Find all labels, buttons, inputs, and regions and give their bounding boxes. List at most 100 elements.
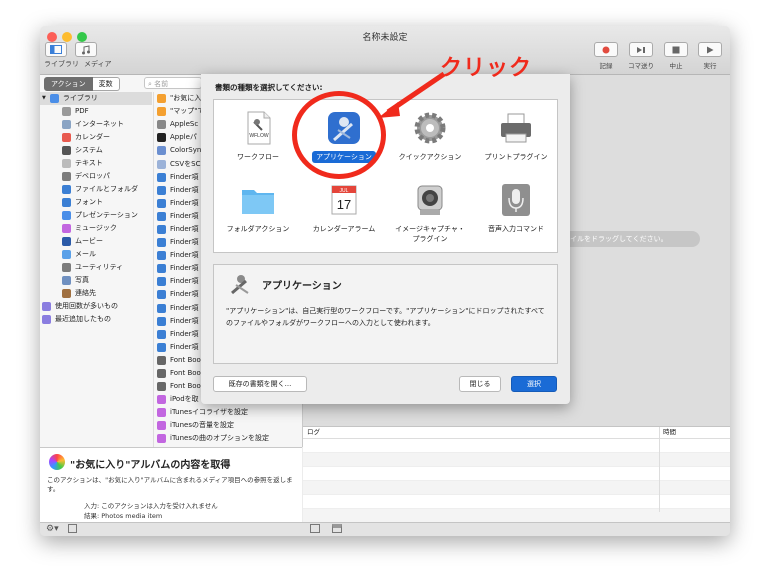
library-item[interactable]: ミュージック bbox=[40, 222, 152, 235]
action-icon bbox=[157, 421, 166, 431]
library-item-label: テキスト bbox=[75, 159, 103, 167]
stop-label: 中止 bbox=[669, 62, 683, 70]
library-toolbar-label: ライブラリ bbox=[44, 60, 79, 68]
media-button[interactable] bbox=[75, 42, 97, 57]
log-panel: ログ 時間 bbox=[303, 426, 730, 523]
action-icon bbox=[157, 172, 166, 182]
choose-button[interactable]: 選択 bbox=[511, 376, 557, 392]
list-view-icon[interactable] bbox=[310, 524, 320, 533]
disclosure-triangle-icon[interactable]: ▼ bbox=[42, 92, 46, 105]
library-item-label: フォント bbox=[75, 198, 103, 206]
library-item[interactable]: デベロッパ bbox=[40, 170, 152, 183]
library-item[interactable]: テキスト bbox=[40, 157, 152, 170]
doctype-label: カレンダーアラーム bbox=[312, 225, 376, 233]
time-column-header[interactable]: 時間 bbox=[663, 427, 676, 438]
open-existing-button[interactable]: 既存の書類を開く... bbox=[213, 376, 307, 392]
log-column-header[interactable]: ログ bbox=[307, 427, 320, 438]
library-item[interactable]: メール bbox=[40, 248, 152, 261]
action-icon bbox=[157, 395, 166, 405]
action-item[interactable]: iTunesイコライザを設定 bbox=[154, 406, 302, 419]
action-icon bbox=[157, 303, 166, 313]
doctype-image-capture-plugin[interactable]: イメージキャプチャ・プラグイン bbox=[390, 182, 470, 245]
library-item[interactable]: 最近追加したもの bbox=[40, 313, 152, 326]
action-item-label: Finder項 bbox=[170, 290, 199, 299]
action-item-label: "お気に入 bbox=[170, 94, 202, 103]
library-item[interactable]: 使用回数が多いもの bbox=[40, 300, 152, 313]
doctype-label: クイックアクション bbox=[398, 153, 462, 161]
doctype-print-plugin[interactable]: プリントプラグイン bbox=[476, 110, 556, 163]
library-item[interactable]: ▼ ライブラリ bbox=[40, 92, 152, 105]
description-toggle-icon[interactable] bbox=[68, 524, 77, 533]
library-item[interactable]: カレンダー bbox=[40, 131, 152, 144]
action-input-info: 入力: このアクションは入力を受け入れません bbox=[84, 502, 218, 510]
mail-icon bbox=[62, 250, 71, 259]
action-icon bbox=[157, 329, 166, 339]
action-icon bbox=[157, 316, 166, 326]
action-icon bbox=[157, 185, 166, 195]
action-icon bbox=[157, 94, 166, 104]
action-item-label: Font Boo bbox=[170, 369, 201, 378]
search-icon: ⌕ bbox=[148, 80, 152, 88]
action-item-label: Finder項 bbox=[170, 198, 199, 207]
library-item[interactable]: 連絡先 bbox=[40, 287, 152, 300]
workflow-icon: WFLOW bbox=[240, 110, 276, 146]
status-bar: ⚙▾ bbox=[40, 522, 730, 536]
tab-actions[interactable]: アクション bbox=[44, 77, 93, 91]
library-item[interactable]: ムービー bbox=[40, 235, 152, 248]
doctype-dictation-command[interactable]: 音声入力コマンド bbox=[476, 182, 556, 235]
music-icon bbox=[62, 224, 71, 233]
log-row bbox=[303, 509, 730, 523]
step-button[interactable] bbox=[629, 42, 653, 57]
utility-icon bbox=[62, 263, 71, 272]
library-item[interactable]: システム bbox=[40, 144, 152, 157]
library-item-label: 最近追加したもの bbox=[55, 315, 111, 323]
library-item-label: カレンダー bbox=[75, 133, 110, 141]
close-sheet-button[interactable]: 閉じる bbox=[459, 376, 501, 392]
application-small-icon bbox=[228, 271, 254, 297]
doctype-info-panel: アプリケーション "アプリケーション"は、自己実行型のワークフローです。"アプリ… bbox=[213, 264, 558, 364]
library-item[interactable]: ユーティリティ bbox=[40, 261, 152, 274]
search-input[interactable]: ⌕ 名前 bbox=[144, 77, 202, 89]
smart-folder-icon bbox=[42, 315, 51, 324]
search-placeholder: 名前 bbox=[154, 80, 169, 88]
record-button[interactable] bbox=[594, 42, 618, 57]
step-icon bbox=[637, 46, 645, 53]
doctype-workflow[interactable]: WFLOW ワークフロー bbox=[218, 110, 298, 163]
folder-icon bbox=[49, 94, 59, 103]
gear-icon[interactable]: ⚙▾ bbox=[46, 524, 59, 534]
log-row bbox=[303, 439, 730, 453]
action-item[interactable]: iTunesの音量を設定 bbox=[154, 419, 302, 432]
doctype-label: イメージキャプチャ・プラグイン bbox=[395, 225, 465, 243]
library-item[interactable]: フォント bbox=[40, 196, 152, 209]
folder-icon bbox=[240, 182, 276, 218]
library-toggle-button[interactable] bbox=[45, 42, 67, 57]
library-item-label: ユーティリティ bbox=[75, 263, 124, 271]
arrow-annotation bbox=[378, 71, 446, 118]
library-item[interactable]: インターネット bbox=[40, 118, 152, 131]
action-icon bbox=[157, 264, 166, 274]
action-item-label: Finder項 bbox=[170, 251, 199, 260]
stop-button[interactable] bbox=[664, 42, 688, 57]
library-item-label: ファイルとフォルダ bbox=[75, 185, 138, 193]
action-icon bbox=[157, 198, 166, 208]
library-item[interactable]: PDF bbox=[40, 105, 152, 118]
action-item[interactable]: iTunesの曲のオプションを設定 bbox=[154, 432, 302, 445]
library-item[interactable]: 写真 bbox=[40, 274, 152, 287]
split-view-icon[interactable] bbox=[332, 524, 342, 533]
library-item-label: 使用回数が多いもの bbox=[55, 302, 118, 310]
library-item[interactable]: プレゼンテーション bbox=[40, 209, 152, 222]
media-toolbar-label: メディア bbox=[84, 60, 112, 68]
run-button[interactable] bbox=[698, 42, 722, 57]
music-note-icon bbox=[82, 44, 90, 54]
photos-icon bbox=[49, 454, 65, 470]
log-row bbox=[303, 495, 730, 509]
library-item[interactable]: ファイルとフォルダ bbox=[40, 183, 152, 196]
calendar-month: JUL bbox=[340, 188, 349, 194]
run-label: 実行 bbox=[703, 62, 717, 70]
doctype-folder-action[interactable]: フォルダアクション bbox=[218, 182, 298, 235]
step-label: コマ送り bbox=[628, 62, 654, 70]
tab-variables[interactable]: 変数 bbox=[92, 77, 120, 91]
action-icon bbox=[157, 251, 166, 261]
doctype-calendar-alarm[interactable]: JUL 17 カレンダーアラーム bbox=[304, 182, 384, 235]
action-item-label: ColorSyn bbox=[170, 146, 202, 155]
